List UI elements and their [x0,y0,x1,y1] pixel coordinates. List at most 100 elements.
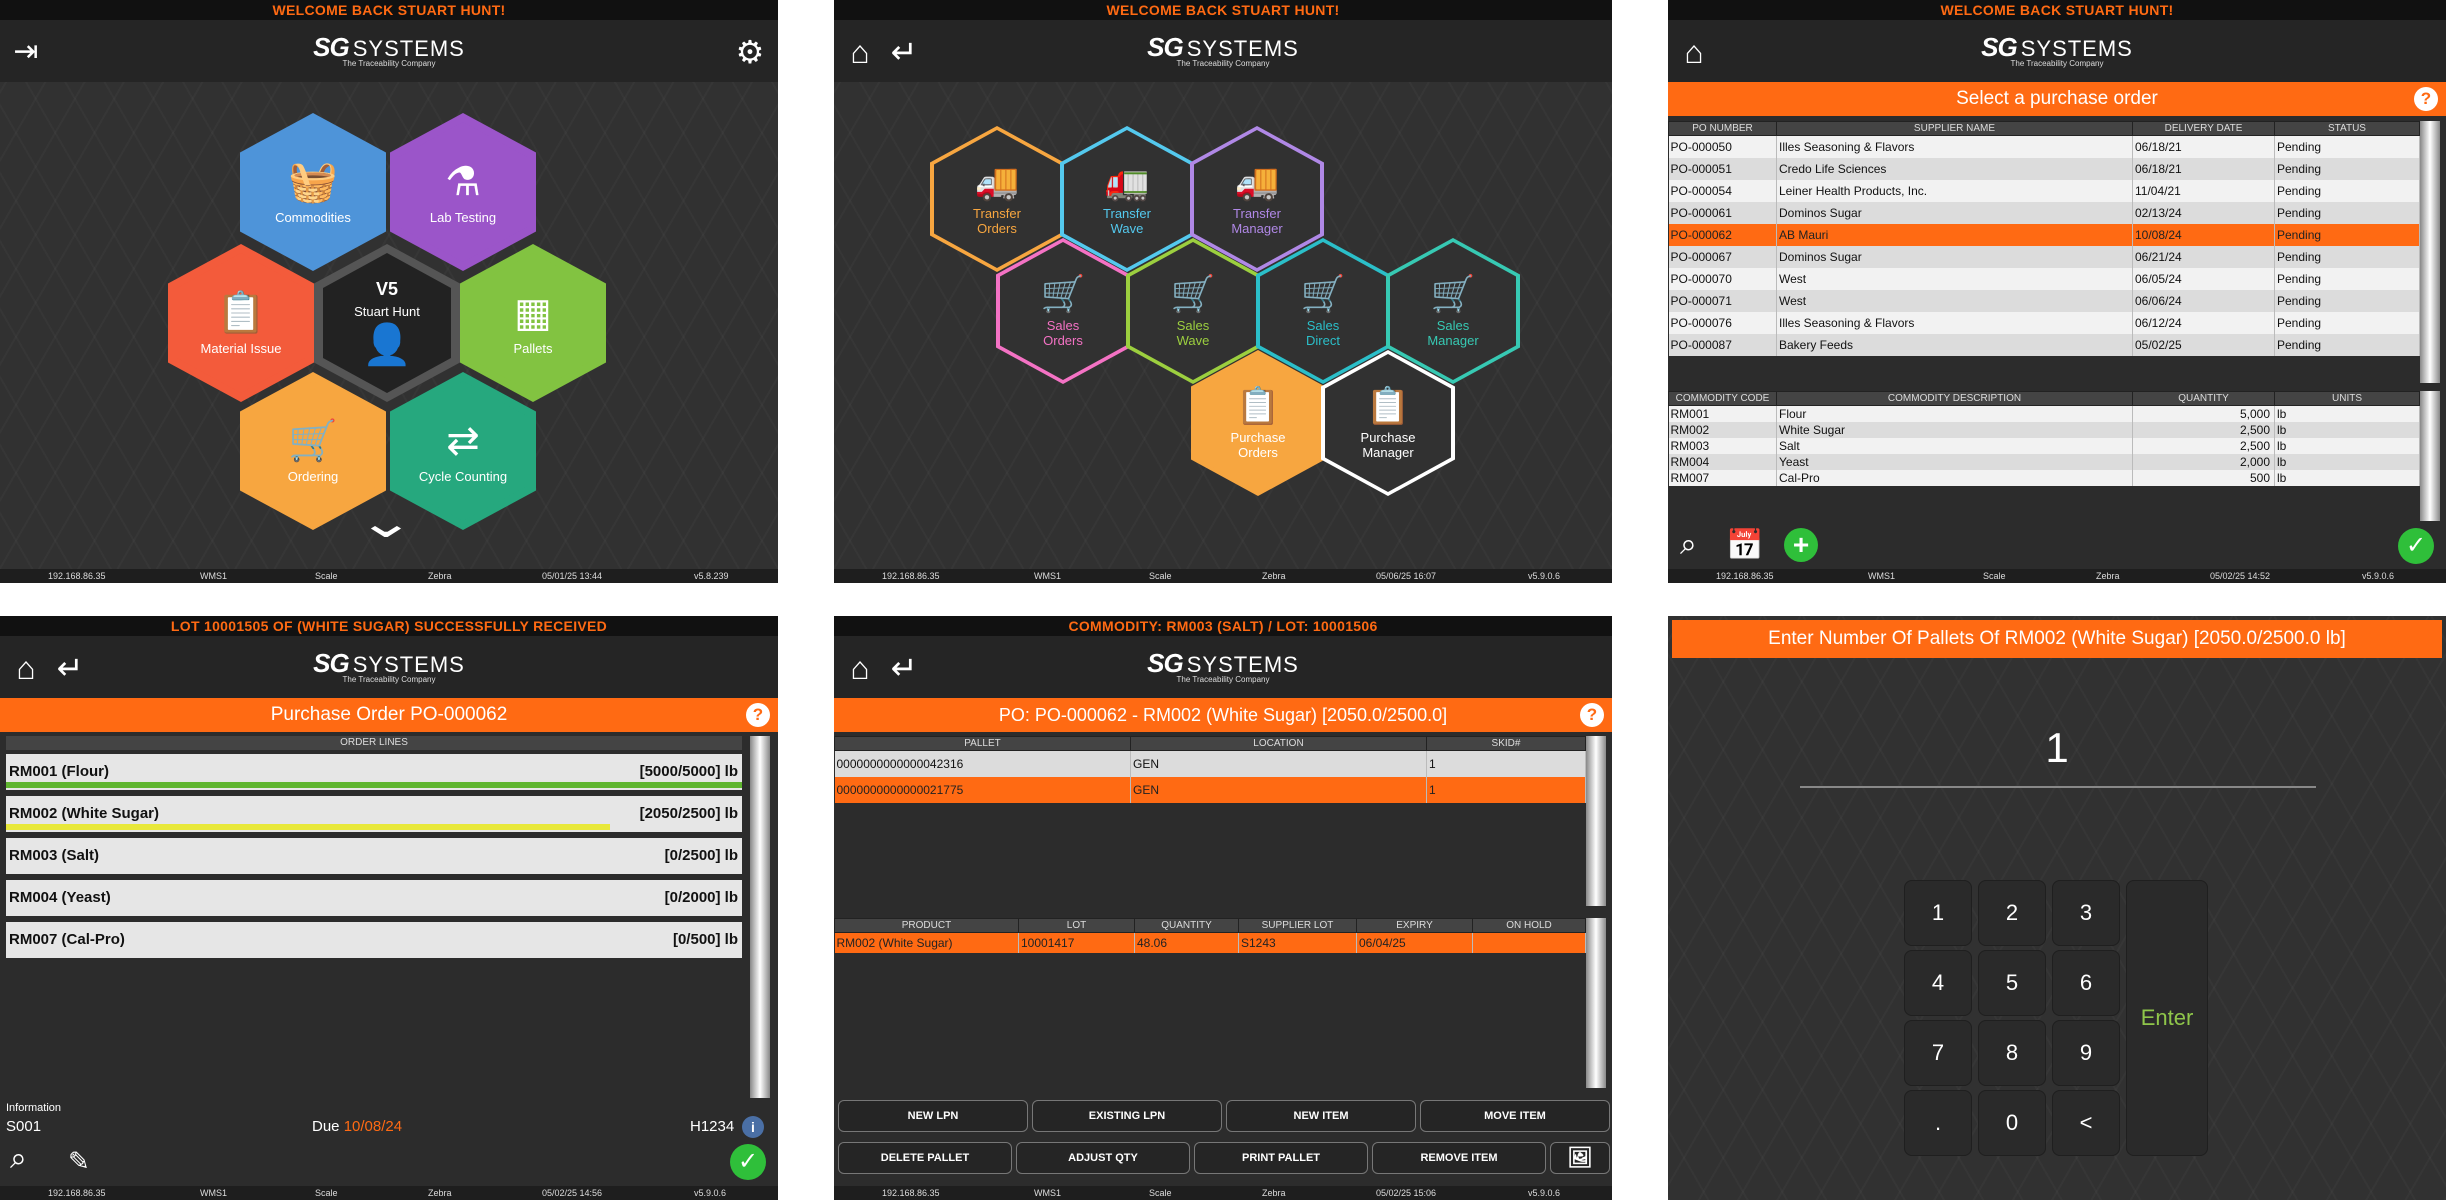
truck-icon: 🚚 [974,161,1020,202]
key-0[interactable]: 0 [1978,1090,2046,1156]
order-line[interactable]: RM007 (Cal-Pro) [0/500] lb [6,922,742,958]
table-row[interactable]: PO-000051 Credo Life Sciences 06/18/21 Pend… [1668,157,2420,180]
key-7[interactable]: 7 [1904,1020,1972,1086]
product-scrollbar[interactable] [1586,918,1606,1088]
help-icon[interactable]: ? [746,703,770,727]
add-icon[interactable]: + [1784,528,1818,562]
table-row[interactable]: PO-000054 Leiner Health Products, Inc. 11/… [1668,179,2420,202]
key-6[interactable]: 6 [2052,950,2120,1016]
table-row[interactable]: 0000000000000021775 GEN 1 [834,776,1586,803]
table-row[interactable]: PO-000076 Illes Seasoning & Flavors 06/12/… [1668,311,2420,334]
status-message: COMMODITY: RM003 (SALT) / LOT: 10001506 [834,616,1612,636]
print-pallet-button[interactable]: PRINT PALLET [1194,1142,1368,1174]
hex-user-center[interactable]: V5 Stuart Hunt 👤 [314,244,460,402]
home-icon[interactable]: ⌂ [8,650,44,686]
delete-pallet-button[interactable]: DELETE PALLET [838,1142,1012,1174]
table-row[interactable]: RM001 Flour 5,000 lb [1668,405,2420,422]
new-item-button[interactable]: NEW ITEM [1226,1100,1416,1132]
order-line[interactable]: RM003 (Salt) [0/2500] lb [6,838,742,874]
key-1[interactable]: 1 [1904,880,1972,946]
user-icon: 👤 [362,323,412,367]
hex-material-issue[interactable]: 📋 Material Issue [168,244,314,402]
remove-item-button[interactable]: REMOVE ITEM [1372,1142,1546,1174]
table-row[interactable]: PO-000062 AB Mauri 10/08/24 Pending [1668,223,2420,246]
order-line[interactable]: RM002 (White Sugar) [2050/2500] lb [6,796,742,832]
table-row[interactable]: PO-000061 Dominos Sugar 02/13/24 Pending [1668,201,2420,224]
back-arrow-icon[interactable]: ↵ [886,34,922,70]
existing-lpn-button[interactable]: EXISTING LPN [1032,1100,1222,1132]
back-arrow-icon[interactable]: ↵ [52,650,88,686]
info-label: Information [6,1102,62,1114]
order-line-progress [6,782,742,788]
table-row[interactable]: 0000000000000042316 GEN 1 [834,750,1586,777]
adjust-qty-button[interactable]: ADJUST QTY [1016,1142,1190,1174]
help-icon[interactable]: ? [2414,87,2438,111]
table-row[interactable]: RM007 Cal-Pro 500 lb [1668,469,2420,486]
table-row[interactable]: RM002 (White Sugar) 10001417 48.06 S1243 06/… [834,932,1586,953]
pallet-scrollbar[interactable] [1586,736,1606,906]
move-item-button[interactable]: MOVE ITEM [1420,1100,1610,1132]
key-backspace[interactable]: < [2052,1090,2120,1156]
product-table: PRODUCT LOT QUANTITY SUPPLIER LOT EXPIRY… [834,918,1586,953]
gear-icon[interactable]: ⚙ [732,34,768,70]
confirm-check-icon[interactable]: ✓ [730,1144,766,1180]
key-4[interactable]: 4 [1904,950,1972,1016]
enter-button[interactable]: Enter [2126,880,2208,1156]
order-line[interactable]: RM004 (Yeast) [0/2000] lb [6,880,742,916]
table-row[interactable]: PO-000087 Bakery Feeds 05/02/25 Pending [1668,333,2420,356]
po-scrollbar[interactable] [2420,121,2440,383]
cart-wave-icon: 🛒 [1170,273,1216,314]
logo: SG SYSTEMS The Traceability Company [1147,32,1299,68]
table-row[interactable]: PO-000067 Dominos Sugar 06/21/24 Pending [1668,245,2420,268]
key-2[interactable]: 2 [1978,880,2046,946]
new-lpn-button[interactable]: NEW LPN [838,1100,1028,1132]
chevron-down-icon[interactable]: ⌄ [338,501,434,545]
home-icon[interactable]: ⌂ [842,34,878,70]
confirm-check-icon[interactable]: ✓ [2398,528,2434,564]
receive-icon[interactable]: ✎ [68,1146,90,1177]
table-cell: Bakery Feeds [1776,333,2133,356]
table-row[interactable]: RM003 Salt 2,500 lb [1668,437,2420,454]
key-3[interactable]: 3 [2052,880,2120,946]
back-arrow-icon[interactable]: ↵ [886,650,922,686]
key-8[interactable]: 8 [1978,1020,2046,1086]
table-cell: PO-000051 [1668,157,1777,180]
table-cell: RM007 [1668,469,1777,486]
home-icon[interactable]: ⌂ [842,650,878,686]
table-cell: PO-000087 [1668,333,1777,356]
key-decimal[interactable]: . [1904,1090,1972,1156]
info-icon[interactable]: i [742,1116,764,1138]
table-row[interactable]: PO-000070 West 06/05/24 Pending [1668,267,2420,290]
table-cell: Dominos Sugar [1776,201,2133,224]
hex-lab-testing[interactable]: ⚗ Lab Testing [390,113,536,271]
logout-icon[interactable]: ⇥ [8,34,44,70]
order-line-qty: [0/2000] lb [664,889,738,906]
header: ⌂ ↵ SG SYSTEMS The Traceability Company [0,636,778,698]
table-cell: 05/02/25 [2132,333,2275,356]
table-row[interactable]: PO-000071 West 06/06/24 Pending [1668,289,2420,312]
hex-commodities[interactable]: 🧺 Commodities [240,113,386,271]
order-line[interactable]: RM001 (Flour) [5000/5000] lb [6,754,742,790]
panel-po-pallets: COMMODITY: RM003 (SALT) / LOT: 10001506 … [834,616,1612,1200]
table-row[interactable]: RM004 Yeast 2,000 lb [1668,453,2420,470]
hex-pallets[interactable]: ▦ Pallets [460,244,606,402]
help-icon[interactable]: ? [1580,703,1604,727]
home-icon[interactable]: ⌂ [1676,34,1712,70]
search-icon[interactable]: ⌕ [10,1142,27,1176]
key-9[interactable]: 9 [2052,1020,2120,1086]
logo: SG SYSTEMS The Traceability Company [1147,648,1299,684]
key-5[interactable]: 5 [1978,950,2046,1016]
order-lines-scrollbar[interactable] [750,736,770,1098]
table-cell: S1243 [1238,932,1357,953]
commodity-scrollbar[interactable] [2420,391,2440,521]
status-bar: 192.168.86.35 WMS1 Scale Zebra 05/01/25 … [0,569,778,583]
table-cell: Salt [1776,437,2133,454]
order-line-name: RM007 (Cal-Pro) [9,931,125,948]
table-row[interactable]: RM002 White Sugar 2,500 lb [1668,421,2420,438]
calendar-icon[interactable]: 📅 [1726,528,1763,563]
table-cell: 2,000 [2132,453,2275,470]
search-icon[interactable]: ⌕ [1680,528,1697,562]
image-icon[interactable]: 🖼 [1550,1142,1610,1174]
table-row[interactable]: PO-000050 Illes Seasoning & Flavors 06/18/… [1668,135,2420,158]
order-line-name: RM001 (Flour) [9,763,110,780]
